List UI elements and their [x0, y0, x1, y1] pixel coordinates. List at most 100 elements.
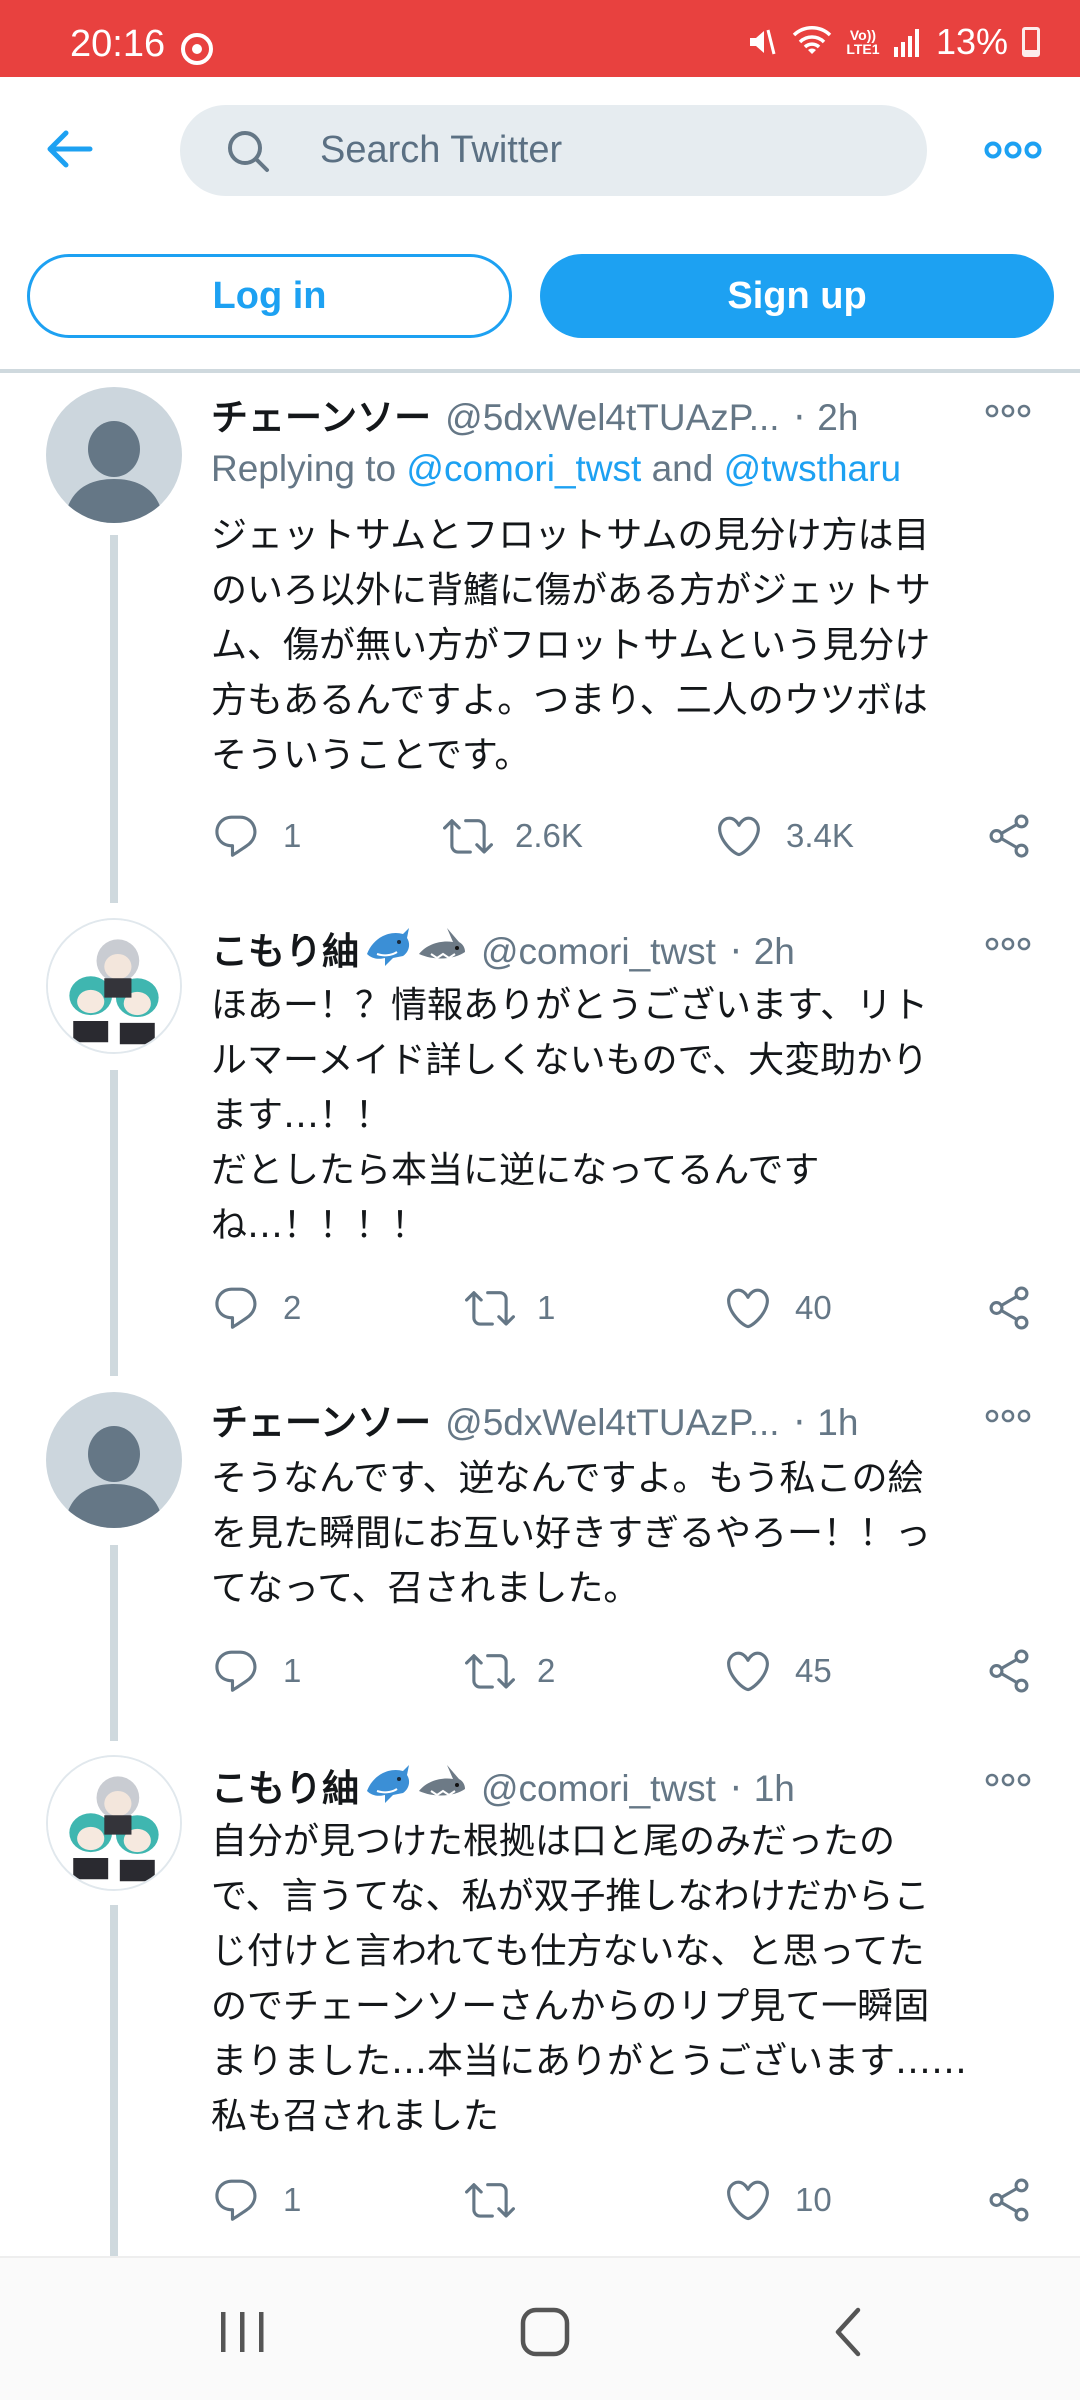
mention-link[interactable]: @comori_twst: [406, 448, 641, 489]
reply-button[interactable]: 1: [211, 808, 301, 864]
home-icon[interactable]: [515, 2302, 575, 2362]
reply-icon: [211, 811, 261, 861]
reply-count: 1: [283, 817, 302, 854]
like-button[interactable]: 3.4K: [714, 808, 854, 864]
status-icons: Vo)) LTE1 13%: [746, 21, 1040, 62]
search-input[interactable]: [320, 105, 900, 196]
mute-icon: [749, 29, 776, 55]
retweet-count: 1: [537, 1289, 556, 1326]
tweet-text: ジェットサムとフロットサムの見分け方は目 のいろ以外に背鰭に傷がある方がジェット…: [211, 515, 932, 776]
tweet-text: 自分が見つけた根拠は口と尾のみだったの で、言うてな、私が双子推しなわけだからこ…: [211, 1821, 968, 2137]
mention-link[interactable]: @twstharu: [724, 448, 901, 489]
like-count: 10: [795, 2181, 832, 2218]
like-icon: [723, 1646, 773, 1696]
like-icon: [723, 1283, 773, 1333]
share-icon: [984, 1646, 1034, 1696]
status-bar: 20:16 Vo)) LTE1 13%: [0, 0, 1080, 77]
login-button[interactable]: Log in: [27, 254, 512, 338]
reply-button[interactable]: 1: [211, 2172, 301, 2228]
reply-icon: [211, 1283, 261, 1333]
share-button[interactable]: [984, 2172, 1034, 2228]
search-icon: [228, 131, 269, 172]
reply-count: 2: [283, 1289, 302, 1326]
retweet-button[interactable]: 1: [465, 1280, 555, 1336]
tweet-header: チェーンソー @5dxWel4tTUAzP... · 1h: [211, 1392, 858, 1444]
tweet-actions: 2 1 40: [0, 1280, 1080, 1336]
tweet-author-name[interactable]: こもり紬: [211, 921, 359, 975]
like-count: 3.4K: [786, 817, 854, 854]
more-icon[interactable]: [984, 1408, 1032, 1424]
tweet-actions: 1 10: [0, 2172, 1080, 2228]
more-icon[interactable]: [984, 1772, 1032, 1788]
retweet-icon: [443, 811, 493, 861]
avatar[interactable]: [46, 1755, 182, 1891]
tweet-text: そうなんです、逆なんですよ。もう私この絵 を見た瞬間にお互い好きすぎるやろー！！…: [211, 1458, 932, 1609]
replying-to: Replying to @comori_twst and @twstharu: [211, 448, 901, 490]
recents-icon[interactable]: [213, 2302, 273, 2362]
share-icon: [984, 811, 1034, 861]
retweet-count: 2: [537, 1652, 556, 1689]
signup-button[interactable]: Sign up: [540, 254, 1054, 338]
tweet-time[interactable]: 1h: [817, 1402, 858, 1444]
like-count: 40: [795, 1289, 832, 1326]
like-count: 45: [795, 1652, 832, 1689]
tweet-author-handle[interactable]: @comori_twst: [481, 1768, 716, 1810]
retweet-icon: [465, 1283, 515, 1333]
like-button[interactable]: 40: [723, 1280, 832, 1336]
more-icon[interactable]: [984, 135, 1042, 165]
auth-bar: Log in Sign up: [0, 254, 1080, 340]
tweet-author-name[interactable]: チェーンソー: [211, 1392, 431, 1446]
shark-emoji: [417, 924, 467, 970]
tweet-actions: 1 2.6K 3.4K: [0, 808, 1080, 864]
battery-icon: [1022, 27, 1040, 57]
share-icon: [984, 1283, 1034, 1333]
divider: [0, 369, 1080, 373]
more-icon[interactable]: [984, 936, 1032, 952]
tweet-header: こもり紬 @comori_twst · 1h: [211, 1755, 795, 1810]
avatar[interactable]: [46, 918, 182, 1054]
share-button[interactable]: [984, 808, 1034, 864]
retweet-icon: [465, 1646, 515, 1696]
tweet-author-handle[interactable]: @comori_twst: [481, 931, 716, 973]
tweet-time[interactable]: 1h: [754, 1768, 795, 1810]
reply-icon: [211, 2175, 261, 2225]
separator-dot: ·: [729, 1767, 742, 1810]
tweet-header: チェーンソー @5dxWel4tTUAzP... · 2h: [211, 387, 858, 439]
retweet-button[interactable]: [465, 2172, 537, 2228]
avatar[interactable]: [46, 387, 182, 523]
share-button[interactable]: [984, 1280, 1034, 1336]
like-icon: [723, 2175, 773, 2225]
separator-dot: ·: [793, 396, 806, 439]
retweet-button[interactable]: 2.6K: [443, 808, 583, 864]
separator-dot: ·: [793, 1401, 806, 1444]
tweet-time[interactable]: 2h: [754, 931, 795, 973]
more-icon[interactable]: [984, 403, 1032, 419]
shark-emoji: [417, 1761, 467, 1807]
retweet-count: 2.6K: [515, 817, 583, 854]
volte-label: Vo)) LTE1: [846, 27, 880, 57]
share-button[interactable]: [984, 1643, 1034, 1699]
reply-count: 1: [283, 2181, 302, 2218]
replying-to-prefix: Replying to: [211, 448, 407, 489]
back-icon[interactable]: [818, 2302, 878, 2362]
top-bar: [0, 77, 1080, 222]
share-icon: [984, 2175, 1034, 2225]
search-box[interactable]: [180, 105, 927, 196]
dolphin-emoji: [363, 924, 413, 970]
wifi-icon: [792, 26, 832, 54]
like-icon: [714, 811, 764, 861]
tweet-actions: 1 2 45: [0, 1643, 1080, 1699]
avatar[interactable]: [46, 1392, 182, 1528]
tweet-author-handle[interactable]: @5dxWel4tTUAzP...: [445, 397, 779, 439]
retweet-button[interactable]: 2: [465, 1643, 555, 1699]
tweet-author-handle[interactable]: @5dxWel4tTUAzP...: [445, 1402, 779, 1444]
like-button[interactable]: 10: [723, 2172, 832, 2228]
back-arrow-icon[interactable]: [40, 121, 96, 177]
tweet-time[interactable]: 2h: [817, 397, 858, 439]
reply-button[interactable]: 1: [211, 1643, 301, 1699]
battery-percent: 13%: [935, 21, 1008, 62]
reply-button[interactable]: 2: [211, 1280, 301, 1336]
tweet-author-name[interactable]: チェーンソー: [211, 387, 431, 441]
like-button[interactable]: 45: [723, 1643, 832, 1699]
tweet-author-name[interactable]: こもり紬: [211, 1758, 359, 1812]
